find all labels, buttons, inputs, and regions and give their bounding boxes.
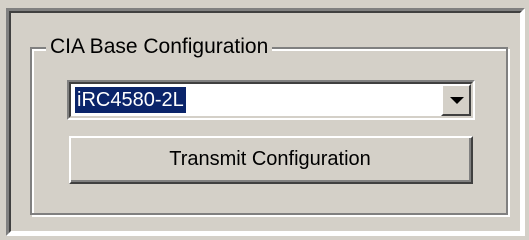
cia-base-model-combobox[interactable]: iRC4580-2L [67, 80, 475, 120]
chevron-down-icon [450, 97, 464, 104]
groupbox-title: CIA Base Configuration [46, 34, 273, 60]
transmit-configuration-button[interactable]: Transmit Configuration [69, 136, 473, 184]
cia-base-config-groupbox [30, 47, 508, 215]
transmit-configuration-label: Transmit Configuration [71, 138, 471, 182]
combobox-dropdown-button[interactable] [441, 84, 471, 116]
combobox-selected-value[interactable]: iRC4580-2L [75, 87, 186, 113]
config-window: CIA Base Configuration iRC4580-2L Transm… [0, 0, 529, 240]
